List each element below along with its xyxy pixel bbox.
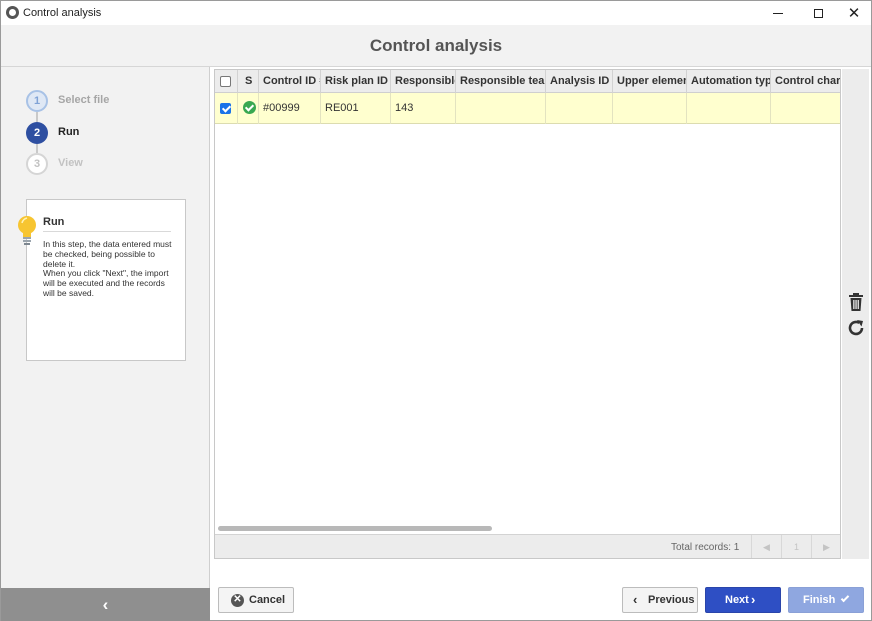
step-connector bbox=[36, 144, 38, 153]
step-label: Select file bbox=[58, 94, 110, 106]
column-header[interactable]: Responsible bbox=[391, 70, 456, 93]
total-records: Total records: 1 bbox=[671, 542, 740, 553]
step-number: 3 bbox=[26, 153, 48, 175]
previous-label: Previous bbox=[648, 594, 695, 606]
select-all-column bbox=[215, 70, 238, 93]
column-header[interactable]: Control charact bbox=[771, 70, 840, 93]
finish-label: Finish bbox=[803, 594, 836, 606]
chevron-right-icon: ▶ bbox=[823, 542, 830, 552]
status-cell bbox=[238, 93, 259, 124]
column-header[interactable]: Risk plan ID # bbox=[321, 70, 391, 93]
collapse-sidebar-button[interactable]: ‹ bbox=[1, 588, 210, 621]
control-id-cell: #00999 bbox=[259, 93, 321, 124]
step-number: 1 bbox=[26, 90, 48, 112]
responsible-team-cell bbox=[456, 93, 546, 124]
title-bar: Control analysis ✕ bbox=[1, 1, 871, 25]
row-select-cell bbox=[215, 93, 238, 124]
chevron-left-icon: ‹ bbox=[102, 595, 109, 614]
chevron-left-icon: ‹ bbox=[633, 592, 638, 607]
wizard-sidebar: 1 Select file 2 Run 3 View Run In this s… bbox=[1, 67, 210, 621]
app-icon bbox=[6, 6, 19, 19]
chevron-right-icon: › bbox=[751, 592, 756, 607]
column-header[interactable]: Control ID # bbox=[259, 70, 321, 93]
finish-button[interactable]: Finish bbox=[788, 587, 864, 613]
prev-page-button[interactable]: ◀ bbox=[751, 535, 781, 558]
maximize-button[interactable] bbox=[798, 1, 838, 25]
close-icon: ✕ bbox=[847, 5, 861, 22]
next-label: Next bbox=[725, 594, 749, 606]
cancel-button[interactable]: ✕ Cancel bbox=[218, 587, 294, 613]
checkmark-icon bbox=[840, 593, 850, 603]
upper-element-cell bbox=[613, 93, 687, 124]
help-panel: Run In this step, the data entered must … bbox=[26, 199, 186, 361]
column-header[interactable]: Responsible team bbox=[456, 70, 546, 93]
cancel-icon: ✕ bbox=[231, 594, 244, 607]
automation-type-cell bbox=[687, 93, 771, 124]
step-number: 2 bbox=[26, 122, 48, 144]
page-number: 1 bbox=[781, 535, 811, 558]
previous-button[interactable]: ‹ Previous bbox=[622, 587, 698, 613]
column-header[interactable]: Analysis ID # bbox=[546, 70, 613, 93]
risk-plan-id-cell: RE001 bbox=[321, 93, 391, 124]
grid-footer: Total records: 1 ◀ 1 ▶ bbox=[215, 534, 840, 558]
row-checkbox[interactable] bbox=[220, 103, 231, 114]
grid-toolbar bbox=[842, 69, 869, 559]
wizard-header: Control analysis bbox=[1, 25, 871, 67]
step-connector bbox=[36, 112, 38, 122]
column-header[interactable]: Upper element bbox=[613, 70, 687, 93]
responsible-cell: 143 bbox=[391, 93, 456, 124]
chevron-left-icon: ◀ bbox=[763, 542, 770, 552]
help-title: Run bbox=[43, 216, 65, 228]
page-title: Control analysis bbox=[369, 36, 503, 55]
analysis-id-cell bbox=[546, 93, 613, 124]
trash-icon[interactable] bbox=[848, 293, 864, 311]
help-text: In this step, the data entered must be c… bbox=[43, 239, 172, 298]
next-button[interactable]: Next › bbox=[705, 587, 781, 613]
close-button[interactable]: ✕ bbox=[834, 1, 872, 25]
minimize-icon bbox=[773, 12, 783, 14]
control-charact-cell bbox=[771, 93, 840, 124]
help-divider bbox=[43, 231, 171, 232]
lightbulb-icon bbox=[18, 216, 36, 245]
maximize-icon bbox=[813, 8, 823, 18]
next-page-button[interactable]: ▶ bbox=[811, 535, 840, 558]
cancel-label: Cancel bbox=[249, 594, 286, 606]
grid-header: S Control ID # Risk plan ID # Responsibl… bbox=[215, 70, 840, 93]
refresh-icon[interactable] bbox=[847, 319, 865, 337]
column-header[interactable]: Automation type bbox=[687, 70, 771, 93]
column-header[interactable]: S bbox=[238, 70, 259, 93]
select-all-checkbox[interactable] bbox=[220, 76, 231, 87]
records-grid: S Control ID # Risk plan ID # Responsibl… bbox=[214, 69, 841, 559]
step-label: Run bbox=[58, 126, 80, 138]
application-window: Control analysis ✕ Control analysis 1 Se… bbox=[0, 0, 872, 621]
table-row[interactable]: #00999 RE001 143 bbox=[215, 93, 840, 124]
window-title: Control analysis bbox=[23, 7, 102, 19]
minimize-button[interactable] bbox=[758, 1, 798, 25]
step-label: View bbox=[58, 157, 83, 169]
valid-status-icon bbox=[243, 101, 256, 114]
horizontal-scrollbar[interactable] bbox=[218, 526, 492, 531]
